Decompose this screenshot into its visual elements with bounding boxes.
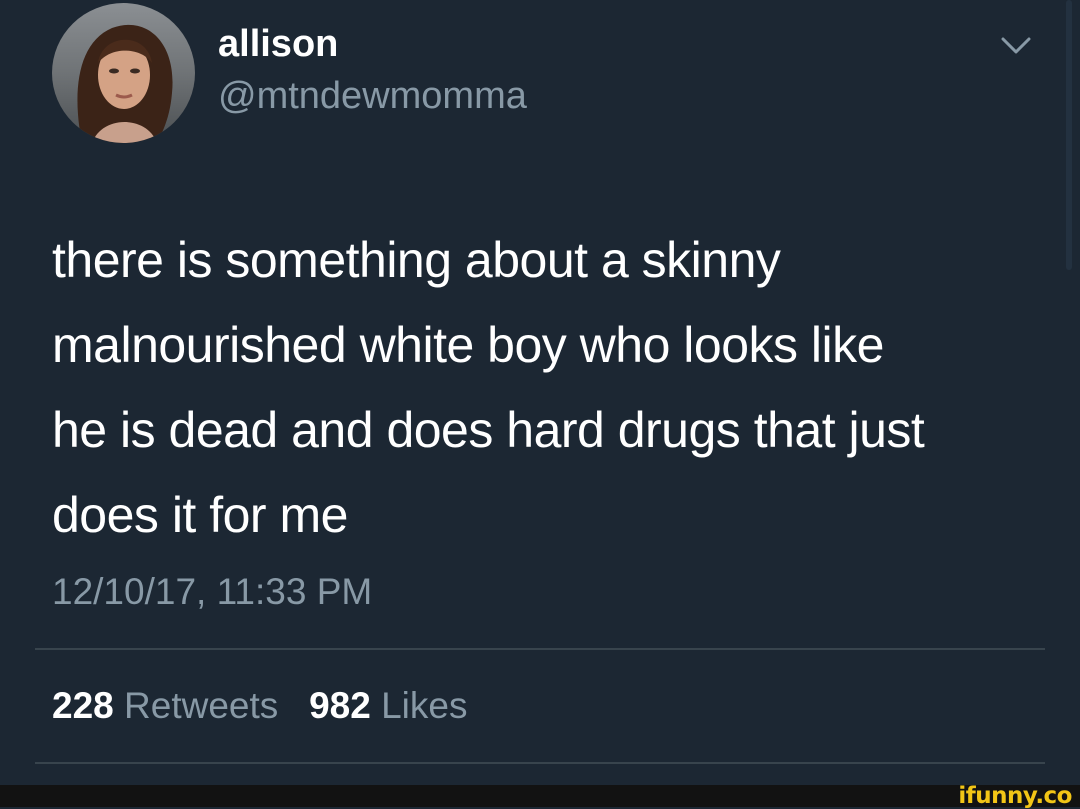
- likes-count: 982: [309, 685, 371, 726]
- tweet-text-line: does it for me: [52, 487, 348, 543]
- avatar-photo: [77, 24, 173, 143]
- watermark-logo: ifunny.co: [958, 783, 1072, 809]
- tweet-card: allison @mtndewmomma there is something …: [0, 0, 1080, 785]
- tweet-text-line: he is dead and does hard drugs that just: [52, 402, 925, 458]
- divider: [35, 648, 1045, 650]
- retweets-stat[interactable]: 228 Retweets: [52, 685, 278, 726]
- display-name[interactable]: allison: [218, 22, 338, 66]
- chevron-down-icon[interactable]: [996, 30, 1036, 60]
- tweet-text-line: malnourished white boy who looks like: [52, 317, 884, 373]
- divider: [35, 762, 1045, 764]
- user-handle[interactable]: @mtndewmomma: [218, 74, 527, 118]
- scrollbar[interactable]: [1066, 0, 1072, 270]
- tweet-timestamp: 12/10/17, 11:33 PM: [52, 571, 373, 612]
- engagement-stats: 228 Retweets 982 Likes: [52, 684, 468, 728]
- retweets-label: Retweets: [124, 685, 279, 726]
- footer-bar: [0, 785, 1080, 807]
- retweets-count: 228: [52, 685, 114, 726]
- avatar[interactable]: [52, 3, 195, 143]
- tweet-text-line: there is something about a skinny: [52, 232, 781, 288]
- likes-stat[interactable]: 982 Likes: [309, 685, 467, 726]
- likes-label: Likes: [381, 685, 468, 726]
- tweet-text: there is something about a skinny malnou…: [52, 218, 1052, 558]
